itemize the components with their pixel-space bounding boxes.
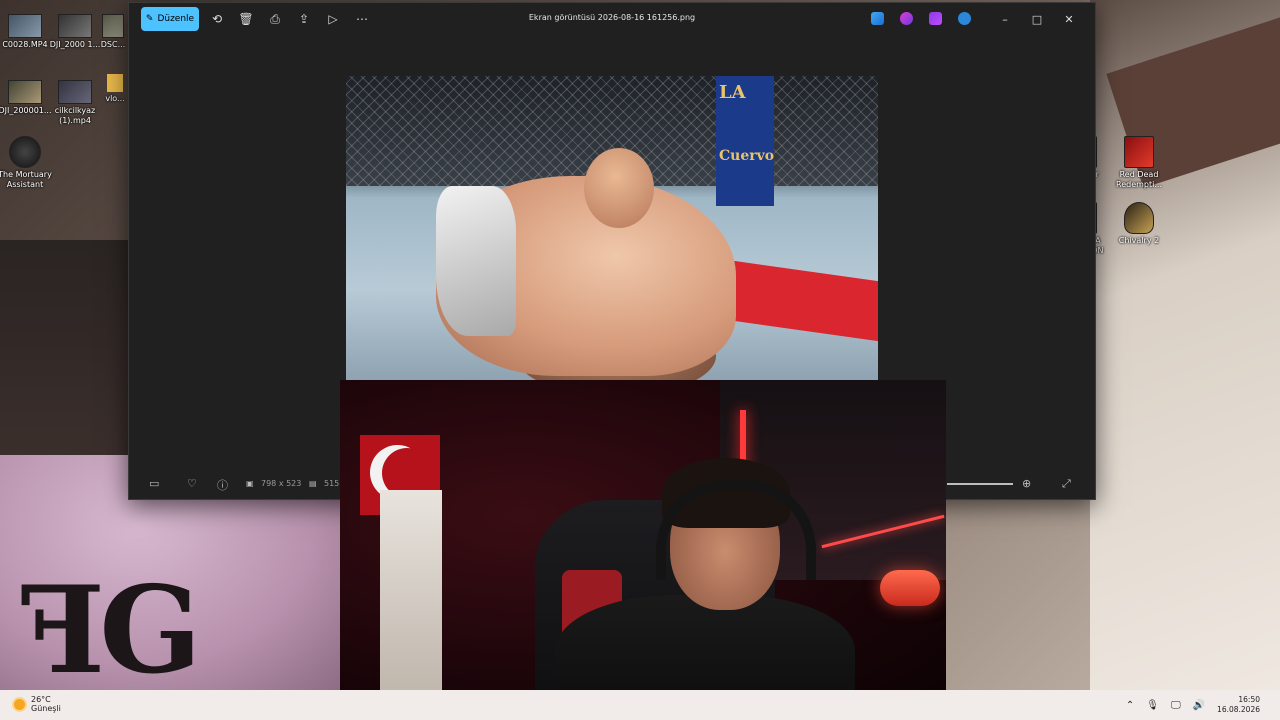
designer-icon[interactable] xyxy=(871,12,884,25)
microphone-icon xyxy=(880,570,940,606)
folder-icon xyxy=(107,74,123,92)
video-thumbnail-icon xyxy=(8,80,42,104)
game-shortcut-icon xyxy=(9,136,41,168)
webcam-overlay xyxy=(340,380,946,720)
game-shortcut-icon xyxy=(1124,136,1154,168)
video-thumbnail-icon xyxy=(58,14,92,38)
volume-icon[interactable]: 🔊 xyxy=(1193,700,1205,711)
photo-fighter-shorts xyxy=(436,186,516,336)
displayed-photo[interactable]: LA Cuervo xyxy=(346,76,878,381)
webcam-poster xyxy=(380,490,442,690)
info-icon[interactable]: ⓘ xyxy=(217,477,228,493)
sun-icon xyxy=(14,698,25,710)
minimize-button[interactable]: – xyxy=(991,9,1019,29)
photo-pad-text: Cuervo xyxy=(719,148,775,164)
weather-widget[interactable]: 26°C Güneşli xyxy=(14,695,61,713)
wallpaper-shirt-logo: ꟻG xyxy=(20,560,202,701)
zoom-slider[interactable] xyxy=(947,483,1013,485)
desktop-icon-video-5[interactable]: cilkcilkyaz (1).mp4 xyxy=(46,80,104,126)
image-dimensions: 798 x 523 xyxy=(261,479,302,488)
weather-condition: Güneşli xyxy=(31,704,61,713)
chevron-up-icon[interactable]: ⌃ xyxy=(1126,700,1134,711)
close-button[interactable]: ✕ xyxy=(1055,9,1083,29)
wallpaper-shadow xyxy=(0,240,130,460)
video-thumbnail-icon xyxy=(102,14,124,38)
image-size-icon: ▣ xyxy=(246,479,254,488)
desktop-icon-label: Red Dead Redempti... xyxy=(1116,170,1162,189)
desktop-icon-red-dead[interactable]: Red Dead Redempti... xyxy=(1110,136,1168,190)
desktop-icon-label: cilkcilkyaz (1).mp4 xyxy=(54,106,96,125)
photos-titlebar: ✎ Düzenle ⟲ 🗑 ⎙ ⇪ ▷ ⋯ Ekran görüntüsü 20… xyxy=(129,3,1095,35)
video-thumbnail-icon xyxy=(58,80,92,104)
desktop-icon-label: C0028.MP4 xyxy=(2,40,48,49)
desktop-icon-label: DJI_200001... xyxy=(0,106,52,115)
desktop-icon-label: vlo... xyxy=(105,94,125,103)
network-icon[interactable]: 🖵 xyxy=(1171,700,1181,711)
microphone-tray-icon[interactable]: 🎙 xyxy=(1146,700,1159,711)
window-title: Ekran görüntüsü 2026-08-16 161256.png xyxy=(528,13,696,22)
photo-pad-top-text: LA xyxy=(719,82,746,103)
clipchamp-icon[interactable] xyxy=(900,12,913,25)
fullscreen-icon[interactable]: ⤢ xyxy=(1062,477,1071,491)
desktop-icon-chivalry[interactable]: Chivalry 2 xyxy=(1110,202,1168,246)
photo-fighter-head xyxy=(584,148,654,228)
favorite-icon[interactable]: ♡ xyxy=(187,477,197,490)
desktop-icon-label: DJI_2000 1... xyxy=(49,40,101,49)
file-size-icon: ▤ xyxy=(309,479,317,488)
zoom-in-icon[interactable]: ⊕ xyxy=(1022,477,1031,490)
photo-red-banner xyxy=(726,259,878,343)
desktop-icon-mortuary-assistant[interactable]: The Mortuary Assistant xyxy=(0,136,54,190)
weather-temperature: 26°C xyxy=(31,695,51,704)
taskbar: 26°C Güneşli ⌃ 🎙 🖵 🔊 16:50 16.08.2026 xyxy=(0,690,1280,720)
create-icon[interactable] xyxy=(929,12,942,25)
file-size: 515 xyxy=(324,479,340,488)
filmstrip-icon[interactable]: ▭ xyxy=(149,477,159,490)
desktop-icon-label: Chivalry 2 xyxy=(1118,236,1160,245)
desktop-icon-label: DSC... xyxy=(100,40,126,49)
system-tray: ⌃ 🎙 🖵 🔊 16:50 16.08.2026 xyxy=(1126,690,1260,720)
desktop-icon-video-3[interactable]: DSC... xyxy=(96,14,130,50)
maximize-button[interactable]: □ xyxy=(1023,9,1051,29)
clock-time: 16:50 xyxy=(1238,695,1260,704)
desktop-icon-label: The Mortuary Assistant xyxy=(0,170,52,189)
shield-icon xyxy=(1124,202,1154,234)
video-thumbnail-icon xyxy=(8,14,42,38)
onedrive-icon[interactable] xyxy=(958,12,971,25)
clock-date: 16.08.2026 xyxy=(1217,705,1260,714)
clock[interactable]: 16:50 16.08.2026 xyxy=(1217,695,1260,715)
desktop-icon-folder[interactable]: vlo... xyxy=(100,74,130,104)
